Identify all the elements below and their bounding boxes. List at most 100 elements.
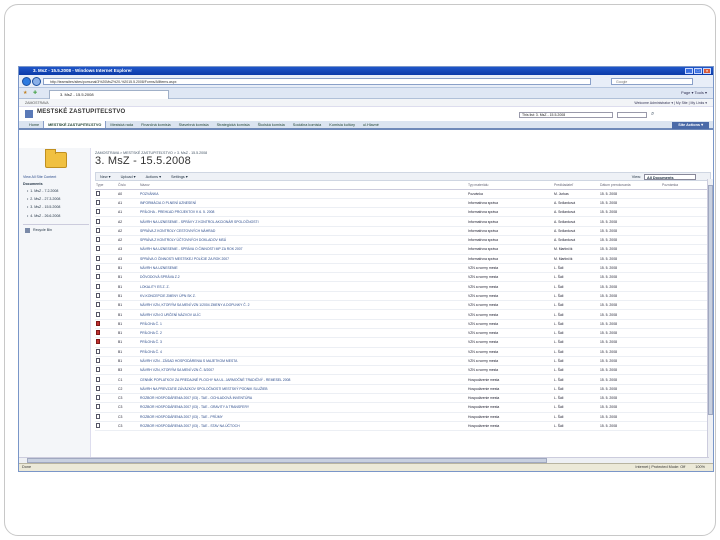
nav-mestske-zastupitelstvo[interactable]: MESTSKÉ ZASTUPITEĽSTVO: [43, 121, 107, 128]
cell-nazov-link[interactable]: PRÍLOHA Č. 3: [139, 337, 467, 348]
table-row[interactable]: C3 ROZBOR HOSPODÁRENIA 2007 (03) - TAE - …: [95, 421, 707, 432]
table-row[interactable]: C3 ROZBOR HOSPODÁRENIA 2007 (03) - TAE - …: [95, 393, 707, 404]
nav-financna-komisia[interactable]: Finančná komisia: [137, 121, 175, 128]
table-row[interactable]: A0 POZVÁNKA Pozvánka M. Jurkas 15. 5. 2008: [95, 189, 707, 199]
cell-nazov-link[interactable]: CENNÍK POPLATKOV ZA PREDAJNÉ PLOCHY NA U…: [139, 374, 467, 385]
cell-nazov-link[interactable]: ROZBOR HOSPODÁRENIA 2007 (03) - TAE - PR…: [139, 412, 467, 422]
table-row[interactable]: A3 SPRÁVA O ČINNOSTI MESTSKEJ POLÍCIE ZA …: [95, 254, 707, 264]
nav-strategicka-komisia[interactable]: Strategická komisia: [213, 121, 254, 128]
col-datum[interactable]: Dátum prerokovania: [599, 182, 661, 190]
cell-nazov-link[interactable]: NÁVRH VZN, KTORÝM SA MENÍ VZN Č. 5/2007: [139, 365, 467, 376]
site-search-input[interactable]: [617, 112, 647, 118]
view-all-site-content-link[interactable]: View All Site Content: [23, 175, 89, 179]
table-row[interactable]: C3 ROZBOR HOSPODÁRENIA 2007 (03) - TAE - …: [95, 412, 707, 422]
nav-komisia-kultury[interactable]: Komisia kultúry: [325, 121, 359, 128]
cell-nazov-link[interactable]: POZVÁNKA: [139, 189, 467, 199]
table-row[interactable]: C1 CENNÍK POPLATKOV ZA PREDAJNÉ PLOCHY NA…: [95, 374, 707, 385]
cell-nazov-link[interactable]: PRÍLOHA Č. 4: [139, 347, 467, 357]
nav-home[interactable]: Home: [25, 121, 43, 128]
table-row[interactable]: B1 PRÍLOHA Č. 4 VZN a normy mesta L. Šáli 15…: [95, 347, 707, 357]
cell-nazov-link[interactable]: SPRÁVA Z KONTROLY ÚČTOVNÝCH DOKLADOV MSÚ: [139, 235, 467, 246]
cell-nazov-link[interactable]: NÁVRH NA UZNESENIE: [139, 263, 467, 274]
favorites-star-icon[interactable]: ★: [23, 90, 27, 96]
table-row[interactable]: C3 ROZBOR HOSPODÁRENIA 2007 (03) - TAE - …: [95, 402, 707, 413]
table-row[interactable]: B1 NÁVRH NA UZNESENIE VZN a normy mesta L. …: [95, 263, 707, 274]
documents-heading[interactable]: Documents: [23, 182, 89, 186]
table-row[interactable]: B1 KV-KONCEPCIE ZMENY ÚPN SK Z. VZN a norm…: [95, 291, 707, 302]
leftnav-doc-1[interactable]: 1. MsZ - 7.2.2008: [27, 188, 89, 195]
cell-nazov-link[interactable]: INFORMÁCIA O PLNENÍ UZNESENÍ: [139, 198, 467, 209]
upload-menu-button[interactable]: Upload ▾: [121, 173, 136, 180]
search-input[interactable]: Google: [611, 78, 693, 85]
add-favorites-icon[interactable]: ✚: [33, 90, 37, 96]
tab-current[interactable]: 3. MsZ - 15.5.2008: [49, 90, 169, 99]
new-menu-button[interactable]: New ▾: [100, 173, 111, 180]
command-bar[interactable]: Page ▾ Tools ▾: [681, 90, 707, 95]
minimize-button[interactable]: _: [685, 68, 693, 74]
address-input[interactable]: http://teamsites/sites/pomunal/3%20MsZ%2…: [43, 78, 591, 85]
cell-nazov-link[interactable]: NÁVRH VZN, KTORÝM SA MENÍ VZN 1/2004 ZME…: [139, 300, 467, 311]
cell-nazov-link[interactable]: NÁVRH VZN O URČENÍ NÁZVOV ULÍC: [139, 309, 467, 320]
zoom-level[interactable]: 100%: [695, 464, 705, 471]
site-actions-button[interactable]: Site Actions ▾: [672, 122, 709, 129]
close-button[interactable]: ×: [703, 68, 711, 74]
actions-menu-button[interactable]: Actions ▾: [146, 173, 161, 180]
table-row[interactable]: B1 NÁVRH VZN - ZÁSAD HOSPODÁRENIA S MAJET…: [95, 356, 707, 367]
view-select[interactable]: All Documents: [644, 174, 696, 180]
nav-stavebna-komisia[interactable]: Stavebná komisia: [175, 121, 213, 128]
col-type[interactable]: Type: [95, 182, 117, 190]
leftnav-doc-2[interactable]: 2. MsZ - 27.3.2008: [27, 196, 89, 203]
cell-nazov-link[interactable]: ROZBOR HOSPODÁRENIA 2007 (03) - TAE - GR…: [139, 402, 467, 413]
table-row[interactable]: B1 DÔVODOVÁ SPRÁVA Z.2 VZN a normy mesta L.…: [95, 272, 707, 283]
site-collection-link[interactable]: ZAMOSTRAVA: [25, 101, 49, 105]
nav-mestska-rada[interactable]: Mestská rada: [106, 121, 137, 128]
nav-hlavne[interactable]: ul.Hlavné: [359, 121, 383, 128]
vertical-scrollbar[interactable]: [707, 179, 713, 465]
table-row[interactable]: A1 PRÍLOHA - PREHĽAD PROJEKTOV K 6. 5. 20…: [95, 207, 707, 218]
table-row[interactable]: B1 NÁVRH VZN, KTORÝM SA MENÍ VZN 1/2004 Z…: [95, 300, 707, 311]
cell-nazov-link[interactable]: KV-KONCEPCIE ZMENY ÚPN SK Z.: [139, 291, 467, 302]
table-row[interactable]: B1 PRÍLOHA Č. 1 VZN a normy mesta L. Šáli 15…: [95, 319, 707, 329]
col-typ-materialu[interactable]: Typ materiálu: [467, 182, 553, 190]
table-row[interactable]: A2 SPRÁVA Z KONTROLY CESTOVNÝCH NÁHRAD Inf…: [95, 226, 707, 237]
table-row[interactable]: B3 NÁVRH VZN, KTORÝM SA MENÍ VZN Č. 5/200…: [95, 365, 707, 376]
cell-nazov-link[interactable]: NÁVRH NA UZNESENIE - SPRÁVY Z KONTROL AK…: [139, 216, 467, 227]
col-nazov[interactable]: Názov: [139, 182, 467, 190]
cell-nazov-link[interactable]: DÔVODOVÁ SPRÁVA Z.2: [139, 272, 467, 283]
table-row[interactable]: A1 INFORMÁCIA O PLNENÍ UZNESENÍ Informatív…: [95, 198, 707, 209]
forward-icon[interactable]: [32, 77, 41, 86]
scroll-thumb[interactable]: [708, 185, 713, 415]
table-row[interactable]: B1 NÁVRH VZN O URČENÍ NÁZVOV ULÍC VZN a no…: [95, 309, 707, 320]
search-icon[interactable]: ⌕: [651, 111, 654, 118]
recycle-bin-link[interactable]: Recycle Bin: [23, 227, 89, 234]
cell-nazov-link[interactable]: NÁVRH VZN - ZÁSAD HOSPODÁRENIA S MAJETKO…: [139, 356, 467, 367]
col-predkladatel[interactable]: Predkladateľ: [553, 182, 599, 190]
nav-skolska-komisia[interactable]: Školská komisia: [254, 121, 289, 128]
table-row[interactable]: A2 SPRÁVA Z KONTROLY ÚČTOVNÝCH DOKLADOV M…: [95, 235, 707, 246]
cell-nazov-link[interactable]: NÁVRH NA UZNESENIE - SPRÁVA O ČINNOSTI M…: [139, 244, 467, 255]
welcome-menu[interactable]: Welcome Administrator ▾ | My Site | My L…: [634, 99, 707, 107]
search-scope-select[interactable]: This list: 3. MsZ - 15.5.2008: [519, 112, 613, 118]
back-icon[interactable]: [22, 77, 31, 86]
cell-nazov-link[interactable]: SPRÁVA O ČINNOSTI MESTSKEJ POLÍCIE ZA RO…: [139, 254, 467, 264]
leftnav-doc-4[interactable]: 4. MsZ - 26.6.2008: [27, 213, 89, 220]
settings-menu-button[interactable]: Settings ▾: [171, 173, 188, 180]
table-row[interactable]: B1 PRÍLOHA Č. 3 VZN a normy mesta L. Šáli 15…: [95, 337, 707, 348]
cell-nazov-link[interactable]: PRÍLOHA Č. 1: [139, 319, 467, 329]
table-row[interactable]: A2 NÁVRH NA UZNESENIE - SPRÁVY Z KONTROL …: [95, 216, 707, 227]
nav-socialna-komisia[interactable]: Sociálna komisia: [289, 121, 326, 128]
site-title[interactable]: MESTSKÉ ZASTUPITEĽSTVO: [37, 109, 125, 115]
cell-nazov-link[interactable]: LOKALITY ES Z. Z.: [139, 281, 467, 292]
cell-nazov-link[interactable]: NÁVRH NA PREVZATIE ZÁVÄZKOV SPOLOČNOSTI …: [139, 384, 467, 395]
col-cislo[interactable]: Číslo: [117, 182, 139, 190]
table-row[interactable]: A3 NÁVRH NA UZNESENIE - SPRÁVA O ČINNOSTI…: [95, 244, 707, 255]
leftnav-doc-3[interactable]: 3. MsZ - 15.5.2008: [27, 204, 89, 211]
cell-nazov-link[interactable]: PRÍLOHA Č. 2: [139, 328, 467, 339]
table-row[interactable]: B1 LOKALITY ES Z. Z. VZN a normy mesta L. Š…: [95, 281, 707, 292]
col-poznamka[interactable]: Poznámka: [661, 182, 707, 190]
cell-nazov-link[interactable]: PRÍLOHA - PREHĽAD PROJEKTOV K 6. 5. 2008: [139, 207, 467, 218]
maximize-button[interactable]: □: [694, 68, 702, 74]
table-row[interactable]: B1 PRÍLOHA Č. 2 VZN a normy mesta L. Šáli 15…: [95, 328, 707, 339]
cell-nazov-link[interactable]: ROZBOR HOSPODÁRENIA 2007 (03) - TAE - ST…: [139, 421, 467, 432]
cell-nazov-link[interactable]: ROZBOR HOSPODÁRENIA 2007 (03) - TAE - OC…: [139, 393, 467, 404]
